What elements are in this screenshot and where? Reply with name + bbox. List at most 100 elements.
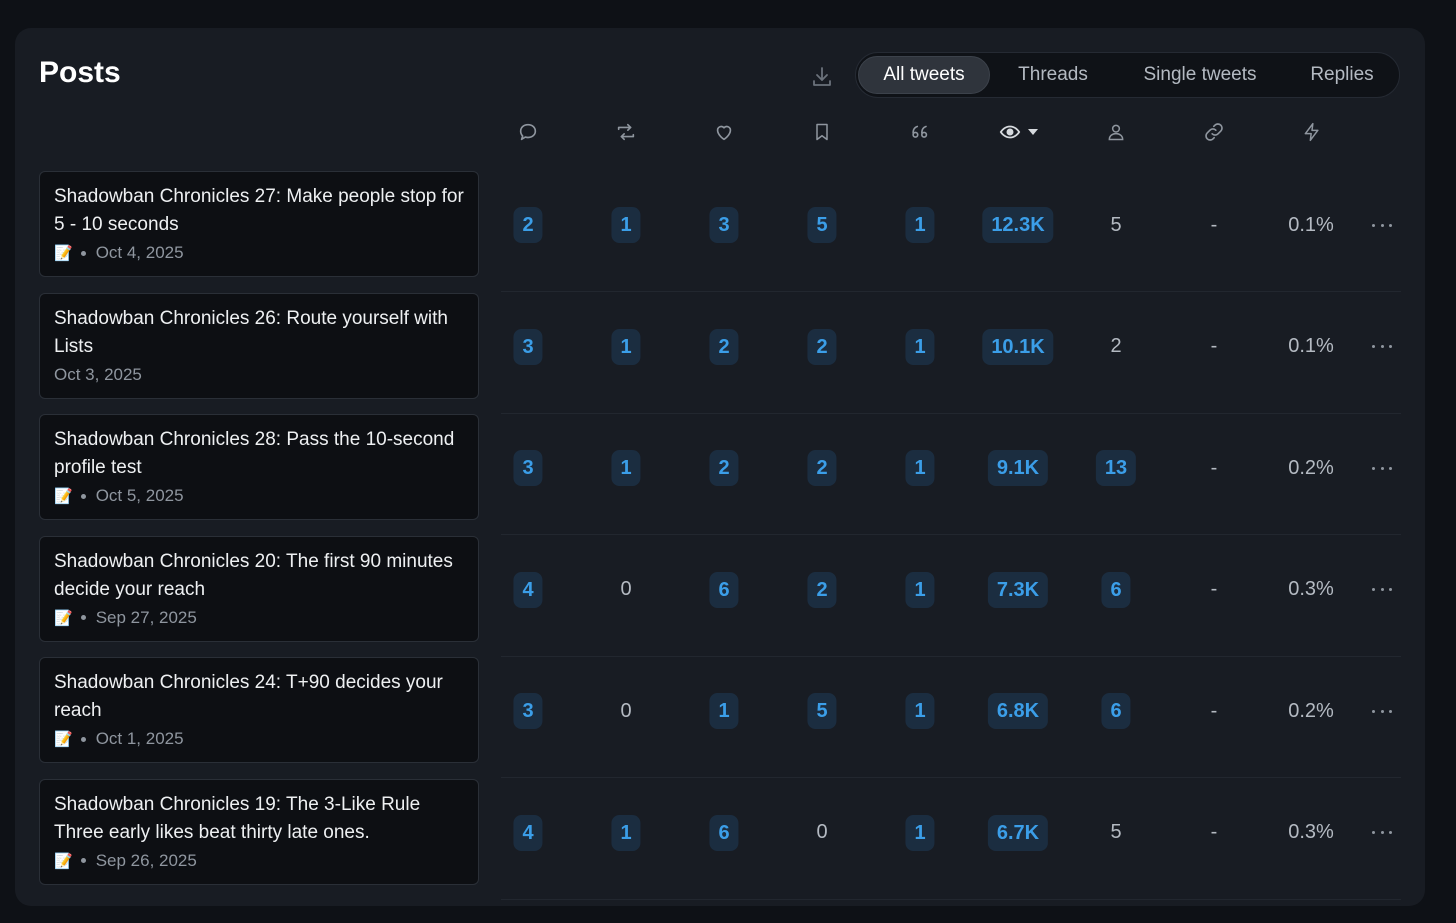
post-card[interactable]: Shadowban Chronicles 27: Make people sto… [39, 171, 479, 277]
profile-visits-value[interactable]: 6 [1101, 693, 1131, 729]
views-value[interactable]: 9.1K [987, 450, 1049, 486]
more-options-icon[interactable] [1372, 462, 1392, 474]
link-clicks-value: - [1210, 821, 1218, 843]
memo-icon: 📝 [54, 245, 73, 262]
profile-visits-value: 5 [1110, 213, 1122, 236]
likes-column-header[interactable] [704, 118, 744, 146]
replies-value[interactable]: 3 [513, 328, 543, 365]
link-clicks-column-header[interactable] [1194, 118, 1234, 146]
link-clicks-value: - [1210, 213, 1218, 236]
bookmark-icon [816, 123, 828, 141]
quotes-value[interactable]: 1 [905, 814, 935, 851]
more-dot [1389, 831, 1392, 834]
tab-replies[interactable]: Replies [1292, 56, 1392, 94]
post-card[interactable]: Shadowban Chronicles 26: Route yourself … [39, 292, 479, 399]
quotes-value[interactable]: 1 [905, 693, 935, 729]
quotes-value[interactable]: 1 [905, 207, 935, 243]
engagement-rate-column-header[interactable] [1292, 118, 1332, 146]
more-options-icon[interactable] [1372, 341, 1392, 353]
post-date: Sep 26, 2025 [95, 850, 197, 870]
post-card[interactable]: Shadowban Chronicles 19: The 3-Like Rule… [39, 778, 479, 885]
replies-value[interactable]: 3 [513, 693, 543, 729]
link-clicks-value: - [1210, 335, 1218, 357]
more-dot [1380, 709, 1384, 713]
retweets-value[interactable]: 1 [611, 207, 641, 243]
tab-all-tweets[interactable]: All tweets [858, 56, 990, 94]
profile-visits-value: 2 [1110, 335, 1122, 357]
post-title: Shadowban Chronicles 26: Route yourself … [54, 307, 448, 357]
quotes-value[interactable]: 1 [905, 450, 935, 486]
post-date: Oct 3, 2025 [54, 364, 142, 384]
bookmarks-value[interactable]: 5 [807, 207, 837, 243]
link-clicks-value: - [1210, 456, 1218, 479]
bookmarks-value[interactable]: 2 [807, 328, 837, 365]
more-dot [1389, 709, 1392, 713]
more-options-icon[interactable] [1372, 705, 1392, 717]
post-card[interactable]: Shadowban Chronicles 20: The first 90 mi… [39, 535, 479, 642]
link-icon [1205, 123, 1223, 141]
bookmarks-value[interactable]: 5 [807, 693, 837, 729]
post-date: Oct 4, 2025 [95, 243, 184, 262]
retweets-value[interactable]: 1 [611, 814, 641, 851]
retweets-value[interactable]: 1 [611, 450, 641, 486]
views-column-header[interactable] [995, 118, 1043, 146]
download-icon [813, 67, 831, 86]
link-clicks-value: - [1210, 699, 1218, 722]
replies-value[interactable]: 4 [513, 571, 543, 608]
replies-column-header[interactable] [508, 118, 548, 146]
more-dot [1372, 345, 1375, 348]
post-title: Shadowban Chronicles 28: Pass the 10-sec… [54, 429, 455, 478]
profile-visits-value[interactable]: 13 [1095, 450, 1137, 486]
likes-value[interactable]: 6 [709, 814, 739, 851]
sort-desc-icon [1028, 129, 1038, 135]
quotes-value[interactable]: 1 [905, 328, 935, 365]
retweets-column-header[interactable] [606, 118, 646, 146]
engagement-rate-value: 0.2% [1288, 456, 1334, 479]
table-row: Shadowban Chronicles 20: The first 90 mi… [15, 535, 1425, 657]
profile-visits-value: 5 [1110, 821, 1122, 843]
views-value[interactable]: 6.8K [987, 693, 1049, 729]
post-title: Shadowban Chronicles 19: The 3-Like Rule… [54, 793, 421, 843]
more-dot [1380, 588, 1384, 591]
retweets-value[interactable]: 1 [611, 328, 641, 365]
post-card[interactable]: Shadowban Chronicles 28: Pass the 10-sec… [39, 414, 479, 520]
row-divider [501, 898, 1401, 900]
engagement-rate-value: 0.3% [1288, 578, 1334, 600]
likes-value[interactable]: 1 [709, 693, 739, 729]
bookmarks-column-header[interactable] [802, 118, 842, 146]
views-value[interactable]: 12.3K [982, 207, 1054, 243]
post-card[interactable]: Shadowban Chronicles 24: T+90 decides yo… [39, 657, 479, 763]
more-options-icon[interactable] [1372, 827, 1392, 839]
views-value[interactable]: 7.3K [987, 571, 1049, 608]
replies-value[interactable]: 4 [513, 814, 543, 851]
quotes-value[interactable]: 1 [905, 571, 935, 608]
views-value[interactable]: 6.7K [987, 814, 1049, 851]
post-meta: 📝 Oct 4, 2025 [54, 243, 464, 263]
likes-value[interactable]: 2 [709, 450, 739, 486]
quotes-column-header[interactable] [900, 118, 940, 146]
page-title: Posts [39, 56, 121, 89]
more-dot [1372, 466, 1375, 470]
more-options-icon[interactable] [1372, 584, 1392, 596]
bookmarks-value[interactable]: 2 [807, 450, 837, 486]
memo-icon: 📝 [54, 731, 73, 748]
engagement-rate-value: 0.1% [1288, 335, 1334, 357]
likes-value[interactable]: 3 [709, 207, 739, 243]
separator-dot [80, 736, 86, 742]
post-meta: 📝 Sep 27, 2025 [54, 608, 464, 628]
replies-value[interactable]: 3 [513, 450, 543, 486]
tab-threads[interactable]: Threads [1002, 56, 1104, 94]
likes-value[interactable]: 2 [709, 328, 739, 365]
bookmarks-value[interactable]: 2 [807, 571, 837, 608]
profile-visits-value[interactable]: 6 [1101, 571, 1131, 608]
download-button[interactable] [807, 62, 837, 92]
profile-visits-column-header[interactable] [1096, 118, 1136, 146]
likes-value[interactable]: 6 [709, 571, 739, 608]
reply-icon [519, 123, 537, 141]
replies-value[interactable]: 2 [513, 207, 543, 243]
more-options-icon[interactable] [1372, 219, 1392, 231]
views-value[interactable]: 10.1K [982, 328, 1054, 365]
filter-tabs: All tweets Threads Single tweets Replies [855, 52, 1400, 98]
retweets-value: 0 [620, 699, 632, 722]
tab-single-tweets[interactable]: Single tweets [1120, 56, 1280, 94]
